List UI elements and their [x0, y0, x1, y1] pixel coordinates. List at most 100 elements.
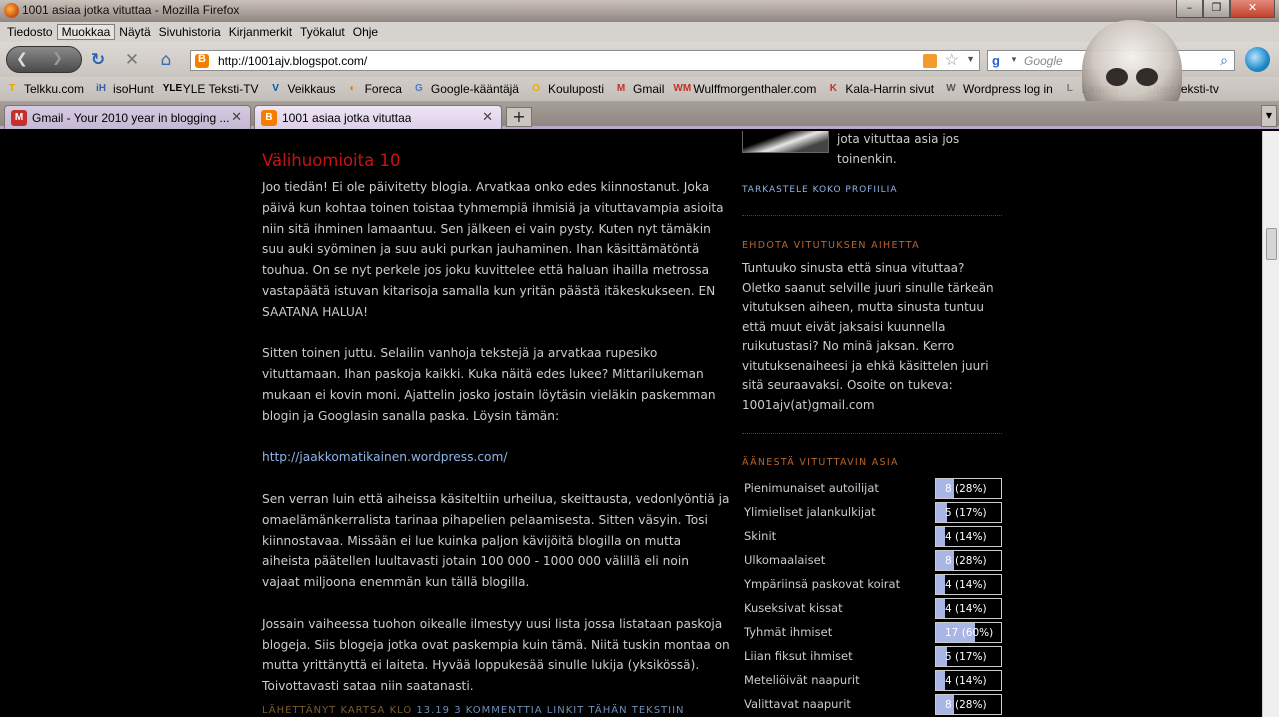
poll-row: Skinit 4 (14%) — [742, 524, 1004, 548]
poll-option: Tyhmät ihmiset — [744, 625, 833, 639]
url-dropdown-icon[interactable]: ▼ — [966, 54, 975, 64]
tab-label: Gmail - Your 2010 year in blogging ... — [32, 111, 230, 125]
post-paragraph: Jossain vaiheessa tuohon oikealle ilmest… — [262, 616, 730, 694]
bookmark-label: Kala-Harrin sivut — [845, 82, 935, 96]
tab-blog[interactable]: B 1001 asiaa jotka vituttaa ✕ — [254, 105, 502, 129]
poll-bar: 5 (17%) — [935, 502, 1002, 523]
post-author: LÄHETTÄNYT KARTSA KLO — [262, 705, 413, 716]
bookmark-label: Gmail — [633, 82, 665, 96]
bookmark-item[interactable]: K Kala-Harrin sivut — [825, 81, 934, 97]
url-text[interactable]: http://1001ajv.blogspot.com/ — [218, 54, 367, 68]
bookmark-item[interactable]: O Kouluposti — [528, 81, 604, 97]
poll-bar: 8 (28%) — [935, 550, 1002, 571]
vertical-scrollbar[interactable] — [1262, 131, 1279, 717]
bookmark-item[interactable]: iH isoHunt — [93, 81, 154, 97]
profile-image[interactable] — [742, 131, 829, 153]
suggest-text: Tuntuuko sinusta että sinua vituttaa? Ol… — [742, 261, 994, 412]
search-engine-dropdown-icon[interactable]: ▼ — [1010, 55, 1018, 64]
menu-history[interactable]: Sivuhistoria — [155, 25, 225, 39]
home-icon[interactable]: ⌂ — [156, 50, 176, 70]
bookmark-item[interactable]: G Google-kääntäjä — [411, 81, 519, 97]
post-title[interactable]: Välihuomioita 10 — [262, 151, 730, 171]
poll-result: 4 (14%) — [945, 603, 987, 615]
close-tab-icon[interactable]: ✕ — [482, 109, 493, 125]
poll-bar: 5 (17%) — [935, 646, 1002, 667]
poll-bar-fill — [936, 671, 946, 690]
poll-row: Ylimieliset jalankulkijat 5 (17%) — [742, 500, 1004, 524]
search-input[interactable]: Google — [1024, 54, 1063, 68]
suggest-heading: EHDOTA VITUTUKSEN AIHETTA — [742, 240, 920, 251]
poll-row: Meteliöivät naapurit 4 (14%) — [742, 668, 1004, 692]
menu-help[interactable]: Ohje — [349, 25, 382, 39]
bookmark-icon: WM — [673, 83, 692, 94]
browser-window: { "window": { "title": "1001 asiaa jotka… — [0, 0, 1279, 717]
new-tab-button[interactable]: + — [506, 107, 532, 127]
poll-result: 5 (17%) — [945, 651, 987, 663]
google-icon[interactable]: g — [992, 53, 1000, 68]
menu-tools[interactable]: Työkalut — [296, 25, 349, 39]
poll-option: Kuseksivat kissat — [744, 601, 843, 615]
bookmark-item[interactable]: WM Wulffmorgenthaler.com — [673, 81, 816, 97]
bookmark-item[interactable]: ◐ Foreca — [345, 81, 402, 97]
bookmark-label: Veikkaus — [287, 82, 336, 96]
poll-bar: 4 (14%) — [935, 526, 1002, 547]
search-icon[interactable]: ⌕ — [1220, 52, 1228, 69]
scrollbar-thumb[interactable] — [1266, 228, 1277, 260]
bookmark-label: Foreca — [364, 82, 402, 96]
poll-result: 5 (17%) — [945, 507, 987, 519]
view-profile-link[interactable]: TARKASTELE KOKO PROFIILIA — [742, 181, 898, 201]
firefox-icon — [4, 3, 19, 18]
stop-icon[interactable]: ✕ — [122, 50, 142, 70]
close-tab-icon[interactable]: ✕ — [231, 109, 242, 125]
bookmark-icon: G — [415, 83, 423, 94]
post-paragraph: Sen verran luin että aiheissa käsiteltii… — [262, 491, 730, 590]
url-bar[interactable]: http://1001ajv.blogspot.com/ ☆ ▼ — [190, 50, 980, 71]
bookmark-label: Kouluposti — [547, 82, 605, 96]
poll-row: Liian fiksut ihmiset 5 (17%) — [742, 644, 1004, 668]
divider — [742, 215, 1002, 216]
post-backlinks-link[interactable]: LINKIT TÄHÄN TEKSTIIN — [547, 705, 685, 716]
poll-result: 8 (28%) — [945, 483, 987, 495]
bookmark-star-icon[interactable]: ☆ — [945, 50, 959, 70]
poll-bar: 8 (28%) — [935, 478, 1002, 499]
menu-file[interactable]: Tiedosto — [3, 25, 57, 39]
poll-results: Pienimunaiset autoilijat 8 (28%) Ylimielis… — [742, 476, 1004, 716]
poll-result: 8 (28%) — [945, 699, 987, 711]
back-forward-button[interactable] — [6, 46, 82, 73]
minimize-button[interactable]: – — [1176, 0, 1203, 18]
poll-option: Valittavat naapurit — [744, 697, 851, 711]
tab-list-dropdown-icon[interactable]: ▼ — [1261, 105, 1277, 127]
tab-gmail[interactable]: M Gmail - Your 2010 year in blogging ...… — [4, 105, 251, 129]
poll-bar: 4 (14%) — [935, 598, 1002, 619]
post-link[interactable]: http://jaakkomatikainen.wordpress.com/ — [262, 450, 507, 464]
menu-bookmarks[interactable]: Kirjanmerkit — [225, 25, 296, 39]
menu-view[interactable]: Näytä — [115, 25, 154, 39]
post-paragraph: Joo tiedän! Ei ole päivitetty blogia. Ar… — [262, 180, 724, 319]
extension-icon[interactable] — [1245, 47, 1270, 72]
blog-post: Välihuomioita 10 Joo tiedän! Ei ole päiv… — [262, 131, 730, 717]
bookmark-item[interactable]: M Gmail — [613, 81, 665, 97]
poll-result: 4 (14%) — [945, 579, 987, 591]
bookmark-label: Telkku.com — [24, 82, 85, 96]
reload-icon[interactable]: ↻ — [88, 50, 108, 70]
post-comments-link[interactable]: 3 KOMMENTTIA — [454, 705, 542, 716]
poll-result: 8 (28%) — [945, 555, 987, 567]
maximize-button[interactable]: ❐ — [1203, 0, 1230, 18]
poll-option: Skinit — [744, 529, 777, 543]
bookmark-icon: V — [272, 83, 279, 94]
gmail-icon: M — [11, 110, 27, 126]
post-time-link[interactable]: 13.19 — [416, 705, 450, 716]
post-footer: LÄHETTÄNYT KARTSA KLO 13.19 3 KOMMENTTIA… — [262, 705, 685, 716]
blogger-icon: B — [261, 110, 277, 126]
bookmark-item[interactable]: V Veikkaus — [268, 81, 336, 97]
bookmark-item[interactable]: T Telkku.com — [4, 81, 84, 97]
bookmark-icon: YLE — [162, 83, 183, 94]
bookmark-label: Wulffmorgenthaler.com — [693, 82, 817, 96]
poll-row: Ulkomaalaiset 8 (28%) — [742, 548, 1004, 572]
bookmark-item[interactable]: YLE YLE Teksti-TV — [163, 81, 259, 97]
bookmark-item[interactable]: W Wordpress log in — [943, 81, 1053, 97]
rss-icon[interactable] — [923, 54, 937, 68]
poll-bar-fill — [936, 575, 946, 594]
menu-edit[interactable]: Muokkaa — [56, 24, 116, 40]
close-window-button[interactable]: ✕ — [1230, 0, 1275, 18]
